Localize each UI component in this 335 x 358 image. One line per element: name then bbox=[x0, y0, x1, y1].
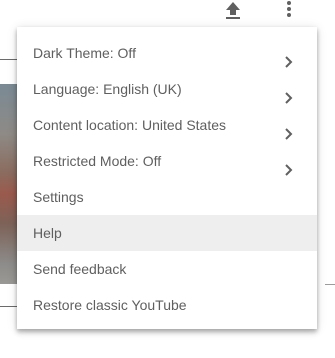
more-vert-icon[interactable] bbox=[277, 0, 301, 22]
menu-item-help[interactable]: Help bbox=[17, 215, 317, 251]
menu-item-label: Settings bbox=[33, 189, 84, 205]
upload-icon[interactable] bbox=[221, 0, 245, 22]
menu-item-send-feedback[interactable]: Send feedback bbox=[17, 251, 317, 287]
menu-item-label: Content location: United States bbox=[33, 117, 227, 133]
menu-item-restore-classic[interactable]: Restore classic YouTube bbox=[17, 287, 317, 323]
menu-item-label: Restore classic YouTube bbox=[33, 297, 187, 313]
menu-item-label: Language: English (UK) bbox=[33, 81, 182, 97]
menu-item-dark-theme[interactable]: Dark Theme: Off bbox=[17, 35, 317, 71]
menu-item-restricted-mode[interactable]: Restricted Mode: Off bbox=[17, 143, 317, 179]
menu-item-label: Help bbox=[33, 225, 62, 241]
menu-item-label: Dark Theme: Off bbox=[33, 45, 136, 61]
chevron-right-icon bbox=[281, 154, 295, 176]
menu-item-label: Send feedback bbox=[33, 261, 127, 277]
menu-item-content-location[interactable]: Content location: United States bbox=[17, 107, 317, 143]
chevron-right-icon bbox=[281, 46, 295, 68]
page: Dark Theme: Off Language: English (UK) C… bbox=[0, 0, 335, 358]
settings-dropdown-menu: Dark Theme: Off Language: English (UK) C… bbox=[17, 27, 317, 329]
background-divider bbox=[325, 284, 335, 285]
menu-item-language[interactable]: Language: English (UK) bbox=[17, 71, 317, 107]
chevron-right-icon bbox=[281, 118, 295, 140]
chevron-right-icon bbox=[281, 82, 295, 104]
menu-item-label: Restricted Mode: Off bbox=[33, 153, 162, 169]
menu-item-settings[interactable]: Settings bbox=[17, 179, 317, 215]
top-toolbar bbox=[0, 0, 335, 24]
